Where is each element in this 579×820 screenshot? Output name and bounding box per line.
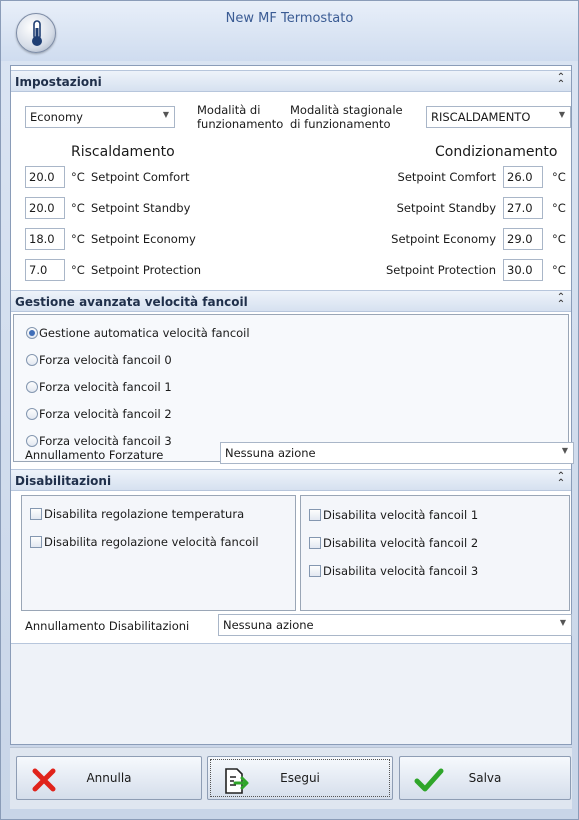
cooling-comfort-label: Setpoint Comfort: [397, 170, 496, 184]
cooling-economy-label: Setpoint Economy: [391, 232, 496, 246]
override-disabilitazioni-label: Annullamento Disabilitazioni: [25, 619, 190, 633]
disable-check-label: Disabilita velocità fancoil 3: [323, 564, 479, 578]
cooling-protection-unit: °C: [552, 263, 566, 277]
fancoil-radio-0[interactable]: [26, 354, 38, 366]
disable-fancoil-3-checkbox[interactable]: [309, 565, 321, 577]
fancoil-radio-2[interactable]: [26, 408, 38, 420]
title-bar: New MF Termostato: [1, 1, 578, 61]
season-label-line2: di funzionamento: [290, 117, 391, 131]
window-title: New MF Termostato: [225, 11, 354, 26]
mode-label-line1: Modalità di: [197, 103, 261, 117]
section-title: Impostazioni: [15, 75, 102, 89]
disable-fancoil-1-checkbox[interactable]: [309, 509, 321, 521]
disable-fancoil-2-checkbox[interactable]: [309, 537, 321, 549]
fancoil-radio-3[interactable]: [26, 435, 38, 447]
chevron-down-icon: ▼: [558, 110, 565, 119]
mode-select-value: Economy: [30, 110, 83, 124]
override-forzature-select[interactable]: Nessuna azione ▼: [220, 442, 574, 464]
disable-temp-checkbox[interactable]: [30, 508, 42, 520]
cooling-protection-input[interactable]: 30.0: [503, 259, 543, 281]
disable-check-label: Disabilita velocità fancoil 2: [323, 536, 479, 550]
disable-fancoil-speed-checkbox[interactable]: [30, 536, 42, 548]
disable-check-label: Disabilita regolazione velocità fancoil: [44, 535, 259, 549]
execute-button-label: Esegui: [280, 771, 320, 785]
heating-economy-input[interactable]: 18.0: [25, 228, 65, 250]
chevron-down-icon: ▼: [561, 446, 568, 455]
cooling-standby-input[interactable]: 27.0: [503, 197, 543, 219]
cooling-title: Condizionamento: [435, 144, 558, 160]
heating-protection-input[interactable]: 7.0: [25, 259, 65, 281]
cooling-standby-unit: °C: [552, 201, 566, 215]
heating-protection-unit: °C: [71, 263, 85, 277]
section-header-disabilitazioni[interactable]: Disabilitazioni ⌃ ⌃: [11, 469, 571, 491]
cancel-button-label: Annulla: [86, 771, 132, 785]
season-select-value: RISCALDAMENTO: [431, 110, 531, 124]
cooling-comfort-unit: °C: [552, 170, 566, 184]
save-button[interactable]: Salva: [399, 756, 571, 800]
cooling-standby-label: Setpoint Standby: [396, 201, 496, 215]
override-forzature-label: Annullamento Forzature: [25, 448, 164, 462]
fancoil-option-label: Forza velocità fancoil 1: [39, 380, 172, 394]
fancoil-option-label: Forza velocità fancoil 0: [39, 353, 172, 367]
override-disabilitazioni-value: Nessuna azione: [223, 618, 314, 632]
cooling-economy-input[interactable]: 29.0: [503, 228, 543, 250]
heating-comfort-unit: °C: [71, 170, 85, 184]
heating-comfort-input[interactable]: 20.0: [25, 166, 65, 188]
heating-protection-label: Setpoint Protection: [91, 263, 202, 277]
heating-standby-unit: °C: [71, 201, 85, 215]
chevron-down-icon: ▼: [559, 618, 566, 627]
cooling-economy-unit: °C: [552, 232, 566, 246]
heating-comfort-label: Setpoint Comfort: [91, 170, 190, 184]
empty-area: [11, 644, 571, 744]
cooling-protection-label: Setpoint Protection: [385, 263, 496, 277]
section-header-impostazioni[interactable]: Impostazioni ⌃ ⌃: [11, 70, 571, 92]
heating-standby-input[interactable]: 20.0: [25, 197, 65, 219]
disable-check-label: Disabilita velocità fancoil 1: [323, 508, 479, 522]
heating-economy-label: Setpoint Economy: [91, 232, 196, 246]
cooling-comfort-input[interactable]: 26.0: [503, 166, 543, 188]
season-select[interactable]: RISCALDAMENTO ▼: [426, 106, 571, 128]
content-panel: Impostazioni ⌃ ⌃ Economy ▼ Modalità di fu…: [10, 65, 574, 745]
section-header-fancoil[interactable]: Gestione avanzata velocità fancoil ⌃ ⌃: [11, 290, 571, 312]
execute-button[interactable]: Esegui: [207, 756, 393, 800]
heating-economy-unit: °C: [71, 232, 85, 246]
disable-check-label: Disabilita regolazione temperatura: [44, 507, 245, 521]
season-label-line1: Modalità stagionale: [290, 103, 403, 117]
collapse-icon[interactable]: ⌃ ⌃: [555, 293, 567, 310]
override-forzature-value: Nessuna azione: [225, 446, 316, 460]
fancoil-radio-1[interactable]: [26, 381, 38, 393]
cancel-button[interactable]: Annulla: [16, 756, 202, 800]
collapse-icon[interactable]: ⌃ ⌃: [555, 73, 567, 90]
fancoil-radio-auto[interactable]: [26, 327, 38, 339]
fancoil-option-label: Gestione automatica velocità fancoil: [39, 326, 250, 340]
mode-select[interactable]: Economy ▼: [25, 106, 175, 128]
dialog-window: New MF Termostato Impostazioni ⌃ ⌃ Econom…: [0, 0, 579, 820]
override-disabilitazioni-select[interactable]: Nessuna azione ▼: [218, 614, 572, 636]
save-button-label: Salva: [468, 771, 502, 785]
fancoil-option-label: Forza velocità fancoil 3: [39, 434, 172, 448]
section-title: Disabilitazioni: [15, 474, 112, 488]
collapse-icon[interactable]: ⌃ ⌃: [555, 472, 567, 489]
chevron-down-icon: ▼: [162, 110, 169, 119]
section-title: Gestione avanzata velocità fancoil: [15, 295, 248, 309]
fancoil-option-label: Forza velocità fancoil 2: [39, 407, 172, 421]
heating-title: Riscaldamento: [71, 144, 175, 160]
mode-label-line2: funzionamento: [197, 117, 284, 131]
heating-standby-label: Setpoint Standby: [91, 201, 191, 215]
